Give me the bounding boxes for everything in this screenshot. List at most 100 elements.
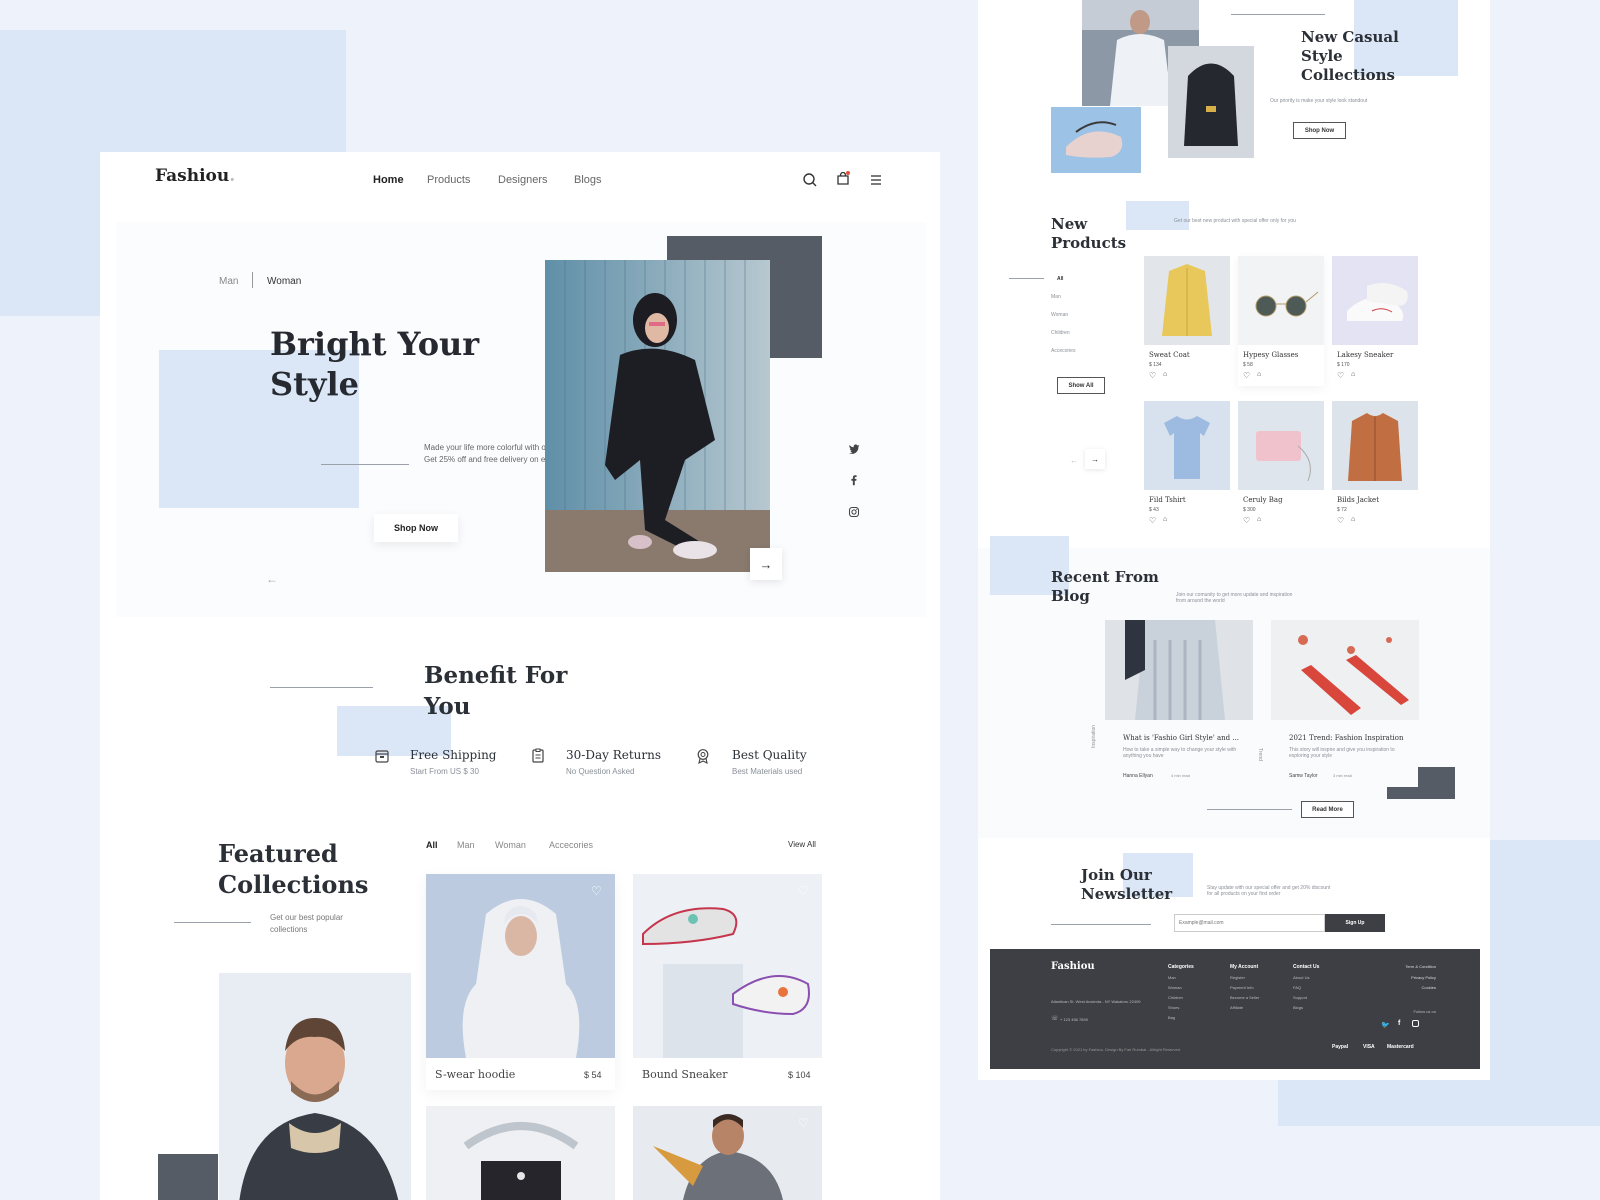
filter-accessories[interactable]: Accecories <box>549 840 593 850</box>
newsletter-email-input[interactable] <box>1174 914 1325 932</box>
heart-icon[interactable]: ♡ <box>1337 371 1344 380</box>
hero-shop-now-button[interactable]: Shop Now <box>374 514 458 542</box>
product-photo-tshirt <box>1144 401 1230 490</box>
twitter-icon[interactable]: 🐦 <box>1381 1021 1390 1029</box>
footer-cat-shoes[interactable]: Shoes <box>1168 1005 1179 1010</box>
casual-shop-now-button[interactable]: Shop Now <box>1293 122 1346 139</box>
featured-title-line2: Collections <box>218 870 369 899</box>
product-card-hoodie[interactable]: ♡ S-wear hoodie $ 54 <box>426 874 615 1090</box>
heart-icon[interactable]: ♡ <box>1337 516 1344 525</box>
instagram-icon[interactable] <box>1412 1020 1419 1027</box>
bag-icon[interactable]: ⌂ <box>1257 371 1261 378</box>
blog-post-1[interactable]: Inspiration What is 'Fashio Girl Style' … <box>1091 620 1255 785</box>
footer-account-seller[interactable]: Become a Seller <box>1230 995 1259 1000</box>
featured-subtitle: Get our best popular collections <box>270 913 343 934</box>
bag-icon[interactable]: ⌂ <box>1257 516 1261 523</box>
new-product-card-glasses[interactable]: Hypesy Glasses $ 58 ♡ ⌂ <box>1238 256 1324 386</box>
hero-tab-woman[interactable]: Woman <box>267 276 301 287</box>
footer-contact-about[interactable]: About Us <box>1293 975 1309 980</box>
new-product-card-bag[interactable]: Ceruly Bag $ 300 ♡ ⌂ <box>1238 401 1324 531</box>
product-name-sneaker: Bound Sneaker <box>642 1068 728 1081</box>
bag-icon[interactable]: ⌂ <box>1351 371 1355 378</box>
twitter-icon[interactable] <box>848 442 860 454</box>
casual-shoes-photo <box>1051 107 1141 173</box>
featured-dark-block <box>158 1154 218 1200</box>
footer-cookies-link[interactable]: Cookies <box>1422 985 1436 990</box>
newsletter-signup-button[interactable]: Sign Up <box>1325 914 1385 932</box>
nav-products[interactable]: Products <box>427 174 470 186</box>
instagram-icon[interactable] <box>848 506 860 518</box>
benefit-title-line1: Benefit For <box>424 662 568 689</box>
tab-divider <box>252 272 253 288</box>
footer-contact-blogs[interactable]: Blogs <box>1293 1005 1303 1010</box>
bag-icon[interactable]: ⌂ <box>1163 516 1167 523</box>
heart-icon[interactable]: ♡ <box>1149 371 1156 380</box>
menu-icon[interactable] <box>868 172 884 188</box>
heart-icon[interactable]: ♡ <box>798 884 809 898</box>
product-price-ceruly-bag: $ 300 <box>1243 507 1256 513</box>
product-name-hoodie: S-wear hoodie <box>435 1068 516 1081</box>
shopping-bag-icon[interactable] <box>835 170 851 186</box>
nav-blogs[interactable]: Blogs <box>574 174 602 186</box>
nav-designers[interactable]: Designers <box>498 174 548 186</box>
hero-next-arrow-button[interactable]: → <box>750 548 782 580</box>
product-photo-bag[interactable] <box>426 1106 615 1200</box>
new-product-card-sweat-coat[interactable]: Sweat Coat $ 134 ♡ ⌂ <box>1144 256 1230 386</box>
footer-account-affiliate[interactable]: Affiliate <box>1230 1005 1243 1010</box>
footer-contact-support[interactable]: Support <box>1293 995 1307 1000</box>
footer-cat-children[interactable]: Children <box>1168 995 1183 1000</box>
category-all[interactable]: All <box>1057 276 1063 282</box>
bag-icon[interactable]: ⌂ <box>1163 371 1167 378</box>
footer-contact-title: Contact Us <box>1293 964 1320 970</box>
return-receipt-icon <box>530 748 546 764</box>
search-icon[interactable] <box>802 172 818 188</box>
products-prev-arrow-icon[interactable]: ← <box>1070 456 1078 465</box>
category-children[interactable]: Children <box>1051 330 1070 336</box>
footer-cat-woman[interactable]: Woman <box>1168 985 1182 990</box>
nav-home[interactable]: Home <box>373 174 404 186</box>
quality-badge-icon <box>695 748 711 764</box>
blog-post-1-author: Hanna Ellyan <box>1123 773 1153 779</box>
heart-icon[interactable]: ♡ <box>1149 516 1156 525</box>
view-all-link[interactable]: View All <box>788 840 816 849</box>
product-card-sneaker[interactable]: ♡ Bound Sneaker $ 104 <box>633 874 822 1090</box>
products-next-arrow-button[interactable]: → <box>1085 449 1105 469</box>
product-photo-hoodie <box>426 874 615 1058</box>
new-products-title-line2: Products <box>1051 234 1127 252</box>
show-all-button[interactable]: Show All <box>1057 377 1105 394</box>
casual-subtitle: Our priority is make your style look sta… <box>1270 98 1368 104</box>
category-accessories[interactable]: Accecories <box>1051 348 1075 354</box>
footer-brand-logo[interactable]: Fashiou <box>1051 961 1095 972</box>
footer-account-register[interactable]: Register <box>1230 975 1245 980</box>
new-products-title-line1: New <box>1051 215 1088 233</box>
hero-prev-arrow-icon[interactable]: ← <box>266 572 278 586</box>
blog-post-2[interactable]: Trend 2021 Trend: Fashion Inspiration Th… <box>1257 620 1421 785</box>
category-man[interactable]: Man <box>1051 294 1061 300</box>
heart-icon[interactable]: ♡ <box>1243 516 1250 525</box>
footer-cat-bag[interactable]: Bag <box>1168 1015 1175 1020</box>
new-product-card-tshirt[interactable]: Fild Tshirt $ 43 ♡ ⌂ <box>1144 401 1230 531</box>
footer-privacy-link[interactable]: Privacy Policy <box>1411 975 1436 980</box>
product-name-sweat-coat: Sweat Coat <box>1149 351 1190 359</box>
footer-account-payment[interactable]: Payment Info <box>1230 985 1254 990</box>
heart-icon[interactable]: ♡ <box>798 1116 809 1130</box>
footer-contact-faq[interactable]: FAQ <box>1293 985 1301 990</box>
footer-terms-link[interactable]: Term & Condition <box>1405 964 1436 969</box>
facebook-icon[interactable]: f <box>1398 1020 1400 1027</box>
new-product-card-jacket[interactable]: Bilds Jacket $ 72 ♡ ⌂ <box>1332 401 1418 531</box>
bag-icon[interactable]: ⌂ <box>1351 516 1355 523</box>
facebook-icon[interactable] <box>848 474 860 486</box>
category-woman[interactable]: Woman <box>1051 312 1068 318</box>
footer-cat-man[interactable]: Man <box>1168 975 1176 980</box>
new-product-card-sneaker[interactable]: Lakesy Sneaker $ 170 ♡ ⌂ <box>1332 256 1418 386</box>
product-photo-jacket[interactable]: ♡ <box>633 1106 822 1200</box>
filter-woman[interactable]: Woman <box>495 840 526 850</box>
heart-icon[interactable]: ♡ <box>1243 371 1250 380</box>
category-active-line <box>1009 278 1044 279</box>
brand-logo[interactable]: Fashiou. <box>155 166 235 186</box>
read-more-button[interactable]: Read More <box>1301 801 1354 818</box>
hero-tab-man[interactable]: Man <box>219 276 238 287</box>
heart-icon[interactable]: ♡ <box>591 884 602 898</box>
filter-man[interactable]: Man <box>457 840 475 850</box>
filter-all[interactable]: All <box>426 840 438 850</box>
